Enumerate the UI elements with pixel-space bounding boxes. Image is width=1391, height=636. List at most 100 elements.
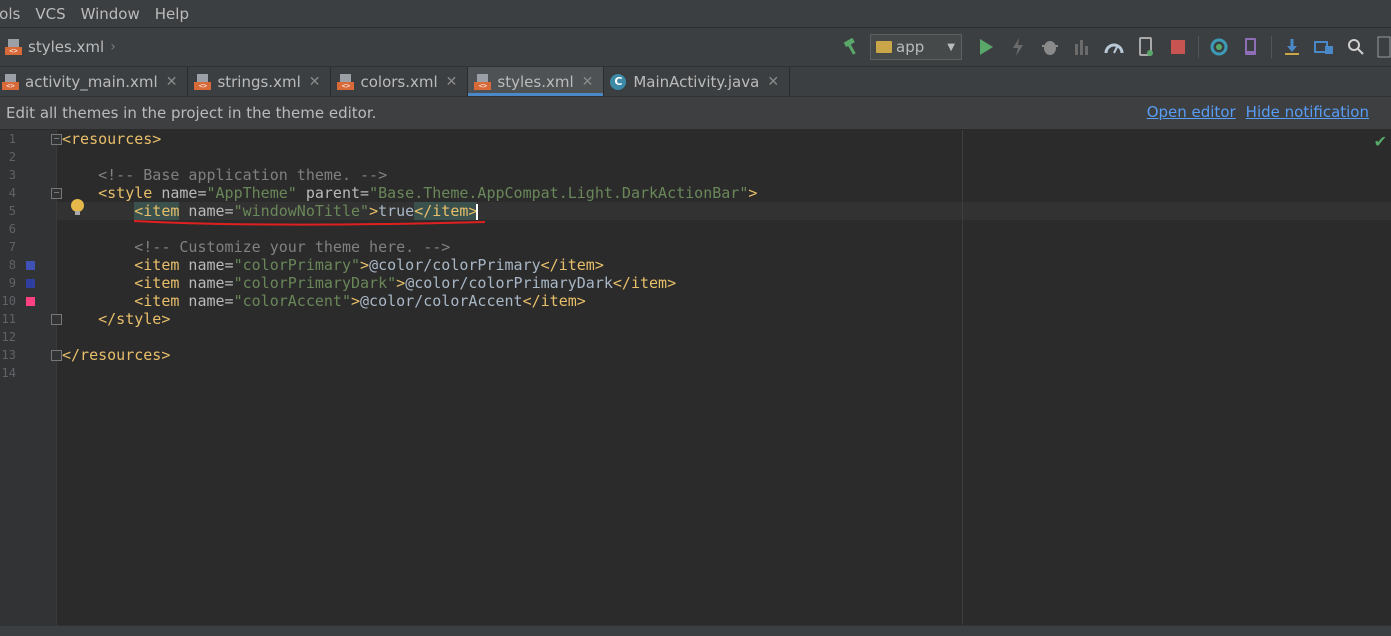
code-line-7: <!-- Customize your theme here. --> <box>62 238 450 256</box>
run-config-label: app <box>896 38 925 56</box>
line-number: 9 <box>8 276 16 290</box>
fold-end-icon[interactable] <box>51 314 62 325</box>
color-swatch-colorprimarydark[interactable] <box>26 279 35 288</box>
xml-attr: parent= <box>296 184 370 202</box>
open-editor-link[interactable]: Open editor <box>1147 103 1236 121</box>
tab-label: activity_main.xml <box>25 72 158 91</box>
xml-attr: name= <box>179 292 234 310</box>
fold-toggle-icon[interactable]: − <box>51 134 62 145</box>
breadcrumb-file[interactable]: styles.xml <box>28 38 104 56</box>
build-hammer-icon[interactable] <box>841 36 863 58</box>
fold-toggle-icon[interactable]: − <box>51 188 62 199</box>
code-line-8: <item name="colorPrimary">@color/colorPr… <box>62 256 604 274</box>
close-icon[interactable]: ✕ <box>309 74 321 90</box>
run-icon[interactable] <box>975 36 997 58</box>
xml-value: "colorAccent" <box>233 292 351 310</box>
line-number: 2 <box>8 150 16 164</box>
notification-text: Edit all themes in the project in the th… <box>6 104 377 122</box>
color-swatch-coloraccent[interactable] <box>26 297 35 306</box>
xml-tag: </item> <box>522 292 586 310</box>
xml-file-icon: <> <box>5 39 22 55</box>
close-icon[interactable]: ✕ <box>166 74 178 90</box>
close-icon[interactable]: ✕ <box>767 74 779 90</box>
xml-tag: <resources> <box>62 130 162 148</box>
xml-tag: > <box>396 274 406 292</box>
code-line-3: <!-- Base application theme. --> <box>62 166 387 184</box>
xml-tag: <item <box>134 256 180 274</box>
menu-window[interactable]: Window <box>81 5 140 23</box>
toolbar-separator <box>1271 36 1272 58</box>
line-number: 8 <box>8 258 16 272</box>
chevron-right-icon: › <box>110 39 116 55</box>
checkmark-icon: ✔ <box>1373 132 1387 151</box>
tab-colors[interactable]: <> colors.xml ✕ <box>331 67 469 96</box>
xml-attr: name= <box>179 274 234 292</box>
xml-value: "colorPrimary" <box>233 256 361 274</box>
debug-icon[interactable] <box>1039 36 1061 58</box>
line-number: 10 <box>1 294 16 308</box>
xml-file-icon: <> <box>2 73 19 90</box>
xml-file-icon: <> <box>194 73 212 90</box>
xml-comment: <!-- Customize your theme here. --> <box>134 238 451 256</box>
xml-value: "AppTheme" <box>206 184 297 202</box>
sync-icon[interactable] <box>1208 36 1230 58</box>
java-class-icon: C <box>610 73 627 90</box>
line-number: 6 <box>8 222 16 236</box>
code-line-9: <item name="colorPrimaryDark">@color/col… <box>62 274 676 292</box>
xml-tag: </item> <box>612 274 677 292</box>
menu-help[interactable]: Help <box>155 5 189 23</box>
hide-notification-link[interactable]: Hide notification <box>1246 103 1369 121</box>
theme-editor-notification: Edit all themes in the project in the th… <box>0 97 1391 130</box>
android-folder-icon <box>876 41 892 53</box>
xml-tag: </resources> <box>62 346 171 364</box>
editor-gutter: 1 2 3 4 5 6 7 8 9 10 11 12 13 14 − − <box>0 130 62 625</box>
xml-tag: </style> <box>98 310 171 328</box>
xml-tag: > <box>360 256 370 274</box>
code-line-10: <item name="colorAccent">@color/colorAcc… <box>62 292 586 310</box>
fold-end-icon[interactable] <box>51 350 62 361</box>
breadcrumb[interactable]: <> styles.xml › <box>5 38 116 56</box>
line-number: 11 <box>1 312 16 326</box>
xml-text: @color/colorPrimaryDark <box>405 274 613 292</box>
search-icon[interactable] <box>1345 36 1367 58</box>
code-editor[interactable]: 1 2 3 4 5 6 7 8 9 10 11 12 13 14 − − <re… <box>0 130 1391 625</box>
close-icon[interactable]: ✕ <box>446 74 458 90</box>
tab-label: styles.xml <box>497 72 574 91</box>
editor-tab-bar: <> activity_main.xml ✕ <> strings.xml ✕ … <box>0 67 1391 97</box>
xml-tag: > <box>748 184 758 202</box>
right-margin-guide <box>962 130 963 625</box>
menu-tools[interactable]: ools <box>0 5 20 23</box>
toolbar-separator <box>1198 36 1199 58</box>
xml-value: "colorPrimaryDark" <box>233 274 397 292</box>
xml-text: @color/colorPrimary <box>369 256 541 274</box>
tab-activity-main[interactable]: <> activity_main.xml ✕ <box>0 67 189 96</box>
xml-comment: <!-- Base application theme. --> <box>98 166 388 184</box>
main-toolbar: app ▼ <box>836 28 1391 66</box>
tab-styles[interactable]: <> styles.xml ✕ <box>468 67 605 96</box>
close-icon[interactable]: ✕ <box>582 74 594 90</box>
xml-file-icon: <> <box>474 73 492 90</box>
line-number: 3 <box>8 168 16 182</box>
sdk-icon[interactable] <box>1281 36 1303 58</box>
color-swatch-colorprimary[interactable] <box>26 261 35 270</box>
line-number: 1 <box>8 132 16 146</box>
menu-vcs[interactable]: VCS <box>35 5 65 23</box>
attach-debugger-icon[interactable] <box>1071 36 1093 58</box>
profile-icon[interactable] <box>1103 36 1125 58</box>
avd-icon[interactable] <box>1240 36 1262 58</box>
xml-attr: name= <box>152 184 207 202</box>
more-panel-icon[interactable] <box>1377 36 1391 58</box>
run-configuration-select[interactable]: app ▼ <box>870 34 962 60</box>
line-number: 13 <box>1 348 16 362</box>
project-structure-icon[interactable] <box>1313 36 1335 58</box>
code-line-11: </style> <box>62 310 170 328</box>
red-underline-annotation <box>133 220 486 226</box>
xml-file-icon: <> <box>337 73 355 90</box>
stop-icon[interactable] <box>1167 36 1189 58</box>
device-icon[interactable] <box>1135 36 1157 58</box>
tab-strings[interactable]: <> strings.xml ✕ <box>188 67 332 96</box>
apply-changes-icon[interactable] <box>1007 36 1029 58</box>
xml-value: "Base.Theme.AppCompat.Light.DarkActionBa… <box>369 184 749 202</box>
xml-attr: name= <box>179 256 234 274</box>
tab-main-activity[interactable]: C MainActivity.java ✕ <box>604 67 791 96</box>
